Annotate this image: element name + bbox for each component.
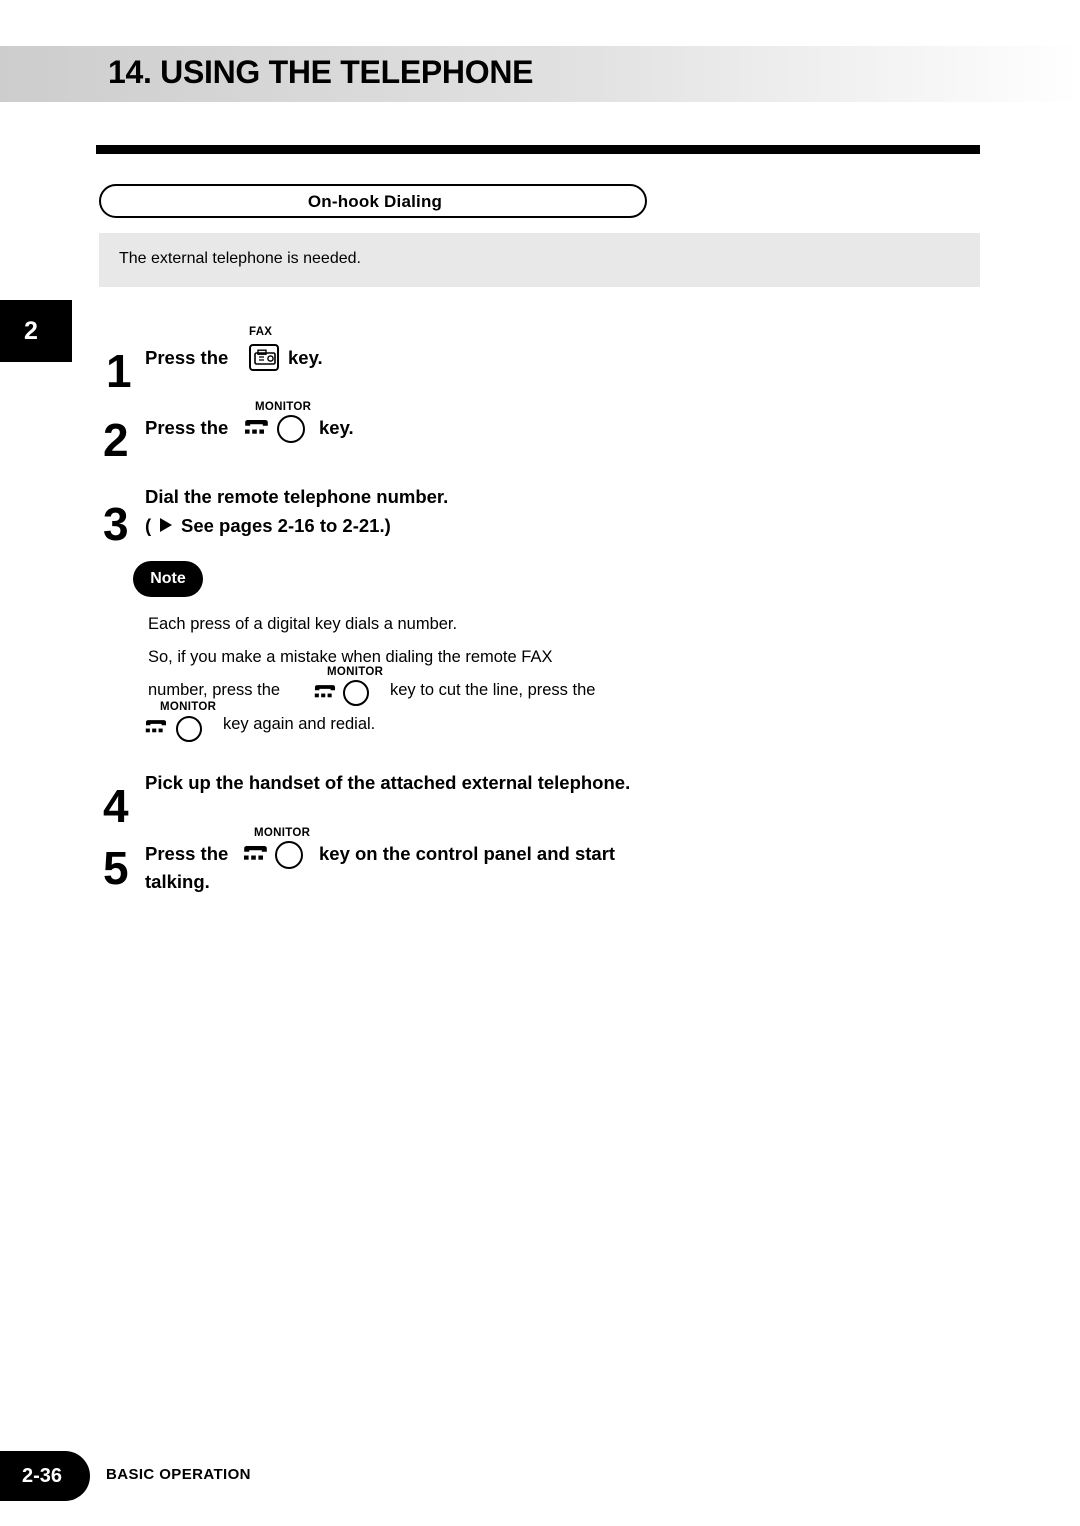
note-badge-label: Note: [150, 570, 186, 587]
monitor-key-circle-note1: [343, 680, 369, 706]
monitor-key-label-note2: MONITOR: [160, 701, 217, 713]
step-5-number: 5: [103, 842, 129, 894]
note-line-2: So, if you make a mistake when dialing t…: [148, 648, 553, 666]
fax-key-icon: [249, 344, 279, 371]
monitor-handset-icon-step2: [245, 420, 268, 434]
footer-section-label: BASIC OPERATION: [106, 1466, 251, 1483]
monitor-handset-icon-note2: [145, 720, 167, 733]
fax-key-label: FAX: [249, 326, 273, 338]
horizontal-rule: [96, 145, 980, 154]
footer-page-tab: 2-36: [0, 1451, 90, 1501]
intro-text: The external telephone is needed.: [119, 250, 361, 267]
chapter-tab: 2: [0, 300, 72, 362]
step-1-text-before: Press the: [145, 347, 229, 368]
monitor-handset-icon-step5: [244, 846, 267, 860]
monitor-key-circle-step5: [275, 841, 303, 869]
step-3-line1: Dial the remote telephone number.: [145, 486, 449, 507]
monitor-key-label-note1: MONITOR: [327, 666, 384, 678]
monitor-key-label-step2: MONITOR: [255, 401, 312, 413]
section-heading-pill: On-hook Dialing: [99, 184, 647, 218]
step-2-text-after: key.: [319, 417, 354, 438]
note-line-3a: number, press the: [148, 681, 281, 699]
monitor-handset-icon-note1: [314, 685, 336, 698]
step-1-text-after: key.: [288, 347, 323, 368]
fax-machine-glyph: [254, 349, 276, 365]
monitor-key-circle-note2: [176, 716, 202, 742]
step-2-text-before: Press the: [145, 417, 229, 438]
step-5-line2: talking.: [145, 871, 210, 892]
step-4-number: 4: [103, 780, 129, 832]
step-3-line2-prefix: (: [145, 515, 152, 536]
step-1-number: 1: [106, 345, 132, 397]
step-3-number: 3: [103, 498, 129, 550]
note-line-1: Each press of a digital key dials a numb…: [148, 615, 458, 633]
monitor-key-circle-step2: [277, 415, 305, 443]
step-5-text-after: key on the control panel and start: [319, 843, 616, 864]
step-2-number: 2: [103, 414, 129, 466]
note-badge: Note: [133, 561, 203, 597]
arrow-right-icon: [160, 518, 172, 532]
step-3-line2: See pages 2-16 to 2-21.): [181, 515, 391, 536]
step-4-text: Pick up the handset of the attached exte…: [145, 772, 631, 793]
step-5-text-before: Press the: [145, 843, 229, 864]
section-heading-label: On-hook Dialing: [307, 192, 443, 211]
page-title: 14. USING THE TELEPHONE: [108, 54, 534, 90]
chapter-tab-number: 2: [24, 317, 38, 345]
note-line-3b: key to cut the line, press the: [390, 681, 596, 699]
footer-page-number: 2-36: [22, 1465, 63, 1487]
monitor-key-label-step5: MONITOR: [254, 827, 311, 839]
note-line-4: key again and redial.: [223, 715, 376, 733]
